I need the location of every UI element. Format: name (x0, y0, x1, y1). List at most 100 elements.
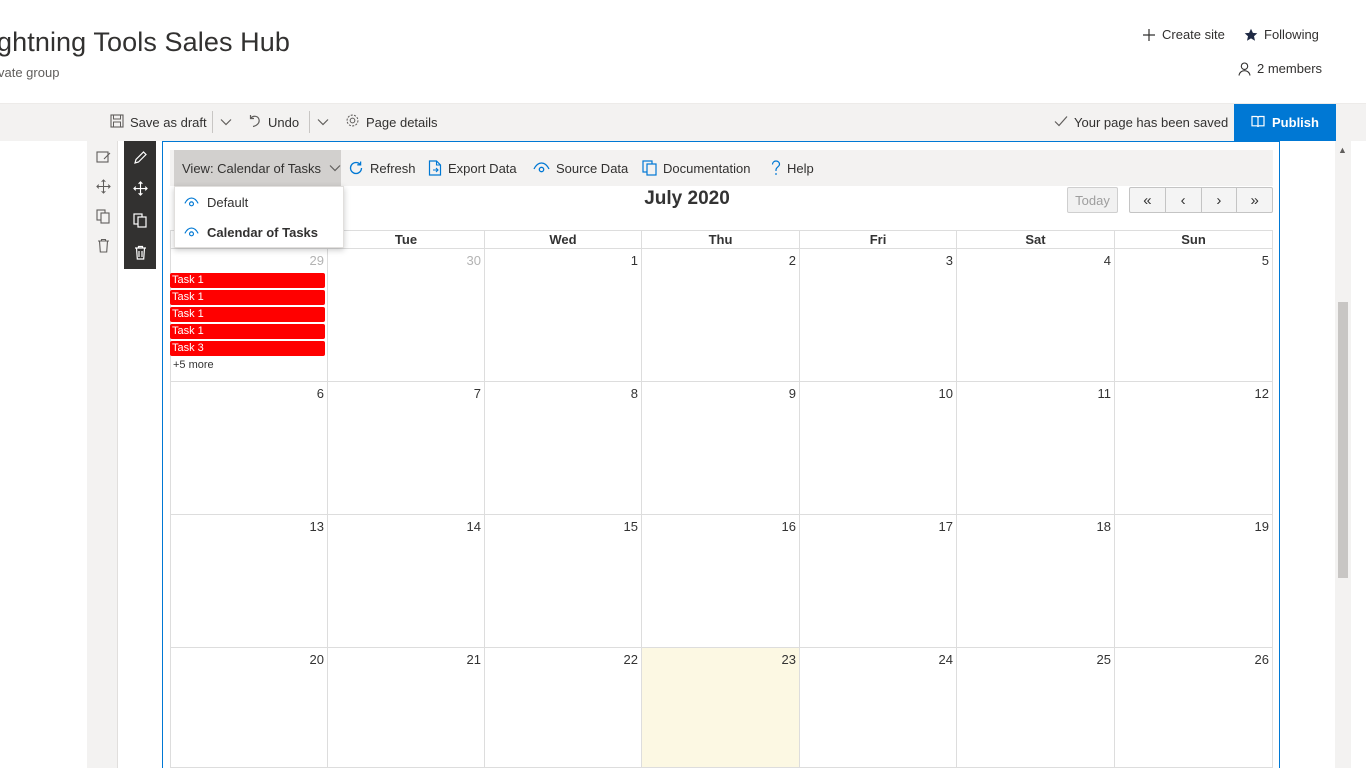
calendar-day-cell[interactable]: 3 (800, 249, 957, 382)
move-section-button[interactable] (94, 177, 112, 195)
edit-webpart-button[interactable] (124, 141, 156, 173)
publish-button[interactable]: Publish (1234, 104, 1336, 141)
calendar-month-title: July 2020 (644, 188, 730, 209)
day-number: 26 (1254, 652, 1269, 667)
scrollbar-thumb[interactable] (1338, 302, 1348, 578)
source-data-button[interactable]: Source Data (533, 150, 628, 186)
edit-section-button[interactable] (94, 148, 112, 166)
calendar-day-cell[interactable]: 30 (328, 249, 485, 382)
day-number: 15 (623, 519, 638, 534)
calendar-event[interactable]: Task 1 (170, 290, 325, 305)
export-data-button[interactable]: Export Data (428, 150, 517, 186)
day-number: 1 (630, 253, 638, 268)
calendar-day-cell[interactable]: 13 (170, 515, 328, 648)
documentation-button[interactable]: Documentation (642, 150, 750, 186)
eye-icon (184, 227, 199, 236)
more-events-link[interactable]: +5 more (173, 359, 214, 371)
calendar-day-cell[interactable]: 19 (1115, 515, 1273, 648)
person-icon (1238, 61, 1251, 76)
calendar-day-cell[interactable]: 21 (328, 648, 485, 768)
next-year-button[interactable]: » (1237, 188, 1272, 212)
calendar-day-cell[interactable]: 22 (485, 648, 642, 768)
publish-label: Publish (1272, 115, 1319, 130)
undo-options-chevron[interactable] (317, 103, 329, 141)
create-site-button[interactable]: Create site (1142, 27, 1225, 42)
delete-webpart-button[interactable] (124, 236, 156, 268)
save-status: Your page has been saved (1054, 103, 1228, 141)
view-selector[interactable]: View: Calendar of Tasks (174, 150, 341, 186)
calendar-day-cell[interactable]: 4 (957, 249, 1115, 382)
calendar-event[interactable]: Task 3 (170, 341, 325, 356)
day-of-week-label: Thu (642, 230, 800, 249)
day-number: 8 (630, 386, 638, 401)
day-number: 9 (788, 386, 796, 401)
calendar-day-cell[interactable]: 8 (485, 382, 642, 515)
documents-icon (642, 160, 657, 176)
save-options-chevron[interactable] (220, 103, 232, 141)
view-option-default[interactable]: Default (184, 187, 248, 217)
calendar-navigation: « ‹ › » (1129, 187, 1273, 213)
calendar-day-cell[interactable]: 12 (1115, 382, 1273, 515)
calendar-day-cell[interactable]: 7 (328, 382, 485, 515)
calendar-day-cell[interactable]: 2 (642, 249, 800, 382)
calendar-day-cell[interactable]: 16 (642, 515, 800, 648)
calendar-day-cell[interactable]: 20 (170, 648, 328, 768)
calendar-day-cell[interactable]: 26 (1115, 648, 1273, 768)
calendar-day-cell[interactable]: 10 (800, 382, 957, 515)
calendar-day-cell[interactable]: 9 (642, 382, 800, 515)
day-number: 23 (781, 652, 796, 667)
view-option-calendar-of-tasks[interactable]: Calendar of Tasks (184, 217, 318, 247)
previous-month-button[interactable]: ‹ (1166, 188, 1202, 212)
star-icon (1244, 28, 1258, 42)
copy-icon (133, 212, 147, 228)
calendar-day-cell[interactable]: 1 (485, 249, 642, 382)
export-icon (428, 160, 442, 176)
previous-year-button[interactable]: « (1130, 188, 1166, 212)
calendar-event[interactable]: Task 1 (170, 324, 325, 339)
day-number: 25 (1096, 652, 1111, 667)
calendar-day-cell[interactable]: 18 (957, 515, 1115, 648)
day-number: 16 (781, 519, 796, 534)
view-option-label: Calendar of Tasks (207, 224, 319, 240)
page-margin (0, 141, 87, 768)
trash-icon (97, 238, 109, 253)
book-icon (1251, 115, 1265, 131)
today-button[interactable]: Today (1067, 187, 1118, 213)
members-button[interactable]: 2 members (1238, 61, 1322, 76)
calendar-day-cell[interactable]: 14 (328, 515, 485, 648)
duplicate-webpart-button[interactable] (124, 204, 156, 236)
calendar-day-cell[interactable]: 15 (485, 515, 642, 648)
move-webpart-button[interactable] (124, 172, 156, 204)
trash-icon (134, 245, 146, 260)
save-as-draft-button[interactable]: Save as draft (110, 103, 207, 141)
duplicate-section-button[interactable] (94, 207, 112, 225)
page-details-button[interactable]: Page details (345, 103, 438, 141)
save-icon (110, 113, 124, 131)
day-of-week-label: Wed (485, 230, 642, 249)
day-of-week-label: Sat (957, 230, 1115, 249)
day-number: 30 (466, 253, 481, 268)
calendar-day-cell[interactable]: 25 (957, 648, 1115, 768)
calendar-day-cell[interactable]: 6 (170, 382, 328, 515)
refresh-button[interactable]: Refresh (348, 150, 416, 186)
create-site-label: Create site (1162, 27, 1225, 42)
day-number: 19 (1254, 519, 1269, 534)
day-number: 17 (938, 519, 953, 534)
calendar-event[interactable]: Task 1 (170, 307, 325, 322)
next-month-button[interactable]: › (1202, 188, 1238, 212)
chevron-down-icon (329, 165, 341, 172)
undo-button[interactable]: Undo (248, 103, 299, 141)
help-button[interactable]: Help (771, 150, 814, 186)
gear-icon (345, 113, 360, 131)
calendar-day-cell[interactable]: 24 (800, 648, 957, 768)
calendar-day-cell[interactable]: 23 (642, 648, 800, 768)
calendar-day-cell[interactable]: 5 (1115, 249, 1273, 382)
delete-section-button[interactable] (94, 236, 112, 254)
calendar-day-cell[interactable]: 17 (800, 515, 957, 648)
members-label: 2 members (1257, 61, 1323, 76)
following-button[interactable]: Following (1244, 27, 1319, 42)
scroll-up-arrow-icon[interactable]: ▲ (1338, 145, 1347, 155)
day-number: 10 (938, 386, 953, 401)
calendar-day-cell[interactable]: 11 (957, 382, 1115, 515)
calendar-event[interactable]: Task 1 (170, 273, 325, 288)
